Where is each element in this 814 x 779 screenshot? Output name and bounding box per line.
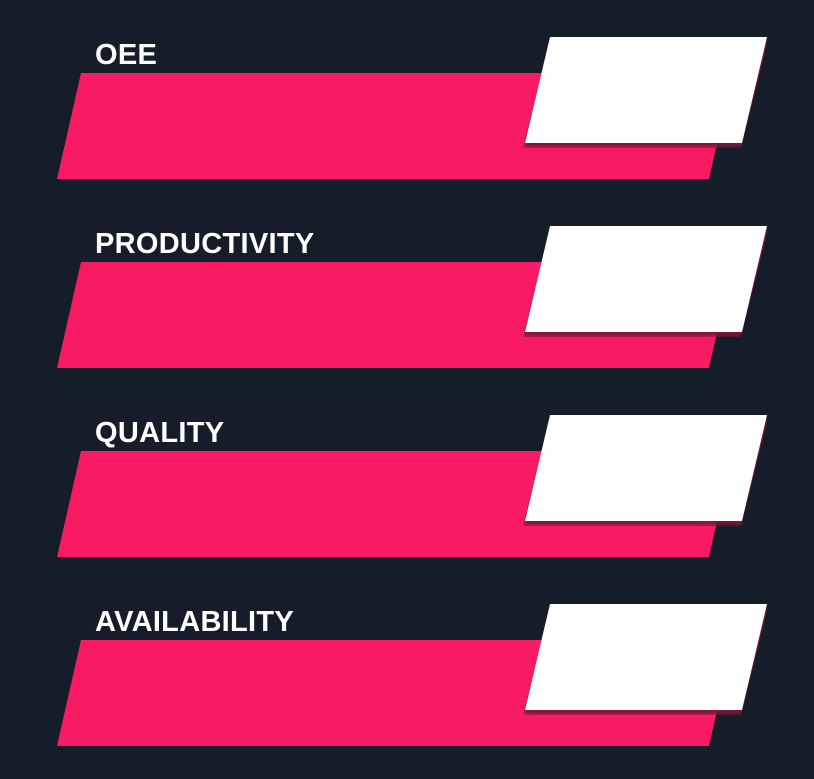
kpi-label: AVAILABILITY [95,606,295,638]
kpi-value-box [525,604,767,710]
kpi-tile-oee: OEE [0,37,814,187]
kpi-tile-availability: AVAILABILITY [0,604,814,754]
kpi-value-box [525,226,767,332]
kpi-label: PRODUCTIVITY [95,228,315,260]
kpi-panel: OEE PRODUCTIVITY QUALITY AVAILABILITY [0,0,814,779]
kpi-value-box [525,415,767,521]
kpi-label: OEE [95,39,158,71]
kpi-label: QUALITY [95,417,225,449]
kpi-tile-quality: QUALITY [0,415,814,565]
kpi-value-box [525,37,767,143]
kpi-tile-productivity: PRODUCTIVITY [0,226,814,376]
